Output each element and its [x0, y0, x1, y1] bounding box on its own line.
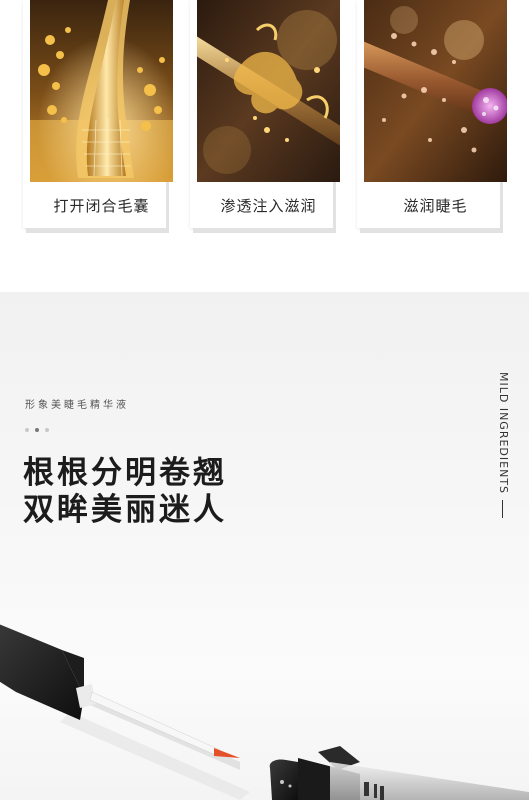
card-caption: 渗透注入滋润: [220, 197, 317, 215]
side-label: MILD INGREDIENTS: [497, 372, 510, 495]
side-label-divider: [502, 500, 503, 518]
card-caption: 打开闭合毛囊: [53, 197, 150, 215]
feature-cards-section: 打开闭合毛囊 渗透注入滋润 滋润睫毛: [0, 0, 529, 292]
headline-line-1: 根根分明卷翘: [23, 455, 227, 491]
serum-splash-illustration: [197, 0, 340, 182]
headline-line-2: 双眸美丽迷人: [23, 492, 227, 528]
carousel-dot[interactable]: [25, 428, 29, 432]
carousel-dot-active[interactable]: [35, 428, 39, 432]
product-hero-section: 形象美睫毛精华液 根根分明卷翘 双眸美丽迷人 MILD INGREDIENTS: [0, 292, 529, 800]
follicle-illustration: [30, 0, 173, 182]
nourished-lash-illustration: [364, 0, 507, 182]
feature-card-nourish: 滋润睫毛: [357, 0, 507, 228]
product-subtitle: 形象美睫毛精华液: [25, 400, 129, 411]
feature-card-penetrate: 渗透注入滋润: [190, 0, 340, 228]
product-illustration: [0, 624, 529, 800]
feature-card-open-follicle: 打开闭合毛囊: [23, 0, 173, 228]
card-caption: 滋润睫毛: [403, 197, 468, 215]
carousel-dot[interactable]: [45, 428, 49, 432]
